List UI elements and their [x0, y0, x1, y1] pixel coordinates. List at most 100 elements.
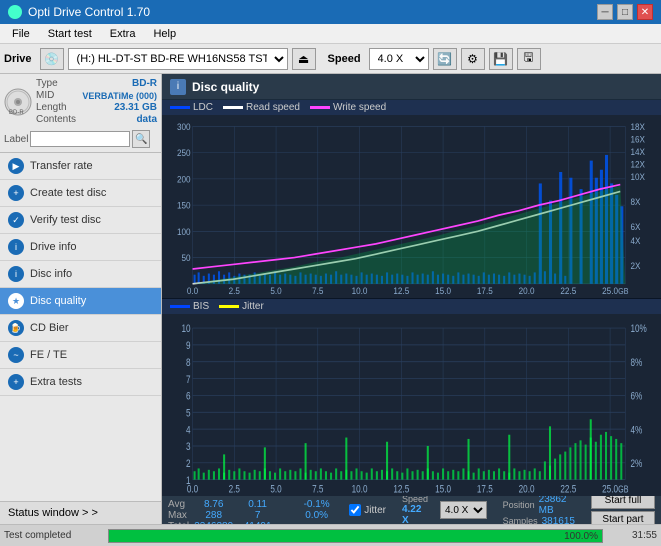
nav-disc-quality[interactable]: ★ Disc quality: [0, 288, 161, 315]
nav-transfer-rate[interactable]: ▶ Transfer rate: [0, 153, 161, 180]
label-browse-button[interactable]: 🔍: [132, 130, 150, 148]
top-chart-container: 300 250 200 150 100 50 18X 16X 14X 12X 1…: [162, 115, 661, 299]
svg-text:14X: 14X: [630, 146, 645, 157]
svg-text:6: 6: [186, 390, 191, 403]
disc-info-icon: i: [8, 266, 24, 282]
status-window-button[interactable]: Status window > >: [0, 501, 161, 524]
read-speed-legend-label: Read speed: [246, 102, 300, 113]
bis-legend-label: BIS: [193, 301, 209, 312]
nav-disc-quality-label: Disc quality: [30, 295, 86, 307]
nav-create-test-disc-label: Create test disc: [30, 187, 106, 199]
jitter-legend-color: [219, 305, 239, 308]
svg-text:7.5: 7.5: [312, 286, 323, 297]
settings-button[interactable]: ⚙: [461, 48, 485, 70]
disc-section: BD-R Type BD-R MID VERBATiMe (000) Lengt…: [0, 74, 161, 153]
svg-text:12.5: 12.5: [393, 483, 409, 496]
nav-create-test-disc[interactable]: + Create test disc: [0, 180, 161, 207]
speed-stat-select[interactable]: 4.0 X: [440, 501, 487, 519]
disc-quality-chart-icon: i: [170, 79, 186, 95]
label-input[interactable]: [30, 131, 130, 147]
drive-info-icon: i: [8, 239, 24, 255]
svg-text:GB: GB: [618, 287, 628, 296]
drive-icon: 💿: [40, 48, 64, 70]
main-layout: BD-R Type BD-R MID VERBATiMe (000) Lengt…: [0, 74, 661, 524]
app-title: Opti Drive Control 1.70: [28, 5, 150, 19]
svg-text:8: 8: [186, 356, 191, 369]
max-bis-val: 7: [238, 510, 277, 521]
mid-label: MID: [36, 90, 54, 101]
progress-bar-container: 100.0%: [108, 529, 603, 543]
nav-transfer-rate-label: Transfer rate: [30, 160, 93, 172]
jitter-checkbox[interactable]: [349, 504, 361, 516]
position-value: 23862 MB: [539, 494, 575, 516]
svg-text:10.0: 10.0: [352, 286, 368, 297]
progress-time: 31:55: [607, 530, 657, 541]
menu-extra[interactable]: Extra: [102, 26, 144, 42]
left-panel: BD-R Type BD-R MID VERBATiMe (000) Lengt…: [0, 74, 162, 524]
svg-text:4X: 4X: [630, 235, 640, 246]
svg-text:22.5: 22.5: [560, 483, 576, 496]
nav-extra-tests-label: Extra tests: [30, 376, 82, 388]
nav-disc-info-label: Disc info: [30, 268, 72, 280]
minimize-button[interactable]: ─: [597, 4, 613, 20]
speed-select[interactable]: 4.0 X: [369, 48, 429, 70]
refresh-button[interactable]: 🔄: [433, 48, 457, 70]
nav-cd-bier[interactable]: 🍺 CD Bier: [0, 315, 161, 342]
svg-text:10X: 10X: [630, 172, 645, 183]
bottom-chart-container: 10 9 8 7 6 5 4 3 2 1 10% 8% 6% 4% 2% 0.0…: [162, 314, 661, 497]
extra-tests-icon: +: [8, 374, 24, 390]
svg-text:7: 7: [186, 373, 191, 386]
nav-fe-te[interactable]: ~ FE / TE: [0, 342, 161, 369]
nav-verify-test-disc[interactable]: ✓ Verify test disc: [0, 207, 161, 234]
eject-button[interactable]: ⏏: [292, 48, 316, 70]
right-panel: i Disc quality LDC Read speed Write spee…: [162, 74, 661, 524]
type-label: Type: [36, 78, 58, 89]
bottom-chart-svg: 10 9 8 7 6 5 4 3 2 1 10% 8% 6% 4% 2% 0.0…: [162, 314, 661, 497]
jitter-legend-label: Jitter: [242, 301, 264, 312]
nav-extra-tests[interactable]: + Extra tests: [0, 369, 161, 396]
menu-file[interactable]: File: [4, 26, 38, 42]
read-speed-legend-color: [223, 106, 243, 109]
menu-help[interactable]: Help: [145, 26, 184, 42]
write-speed-legend-label: Write speed: [333, 102, 386, 113]
start-part-button[interactable]: Start part: [591, 511, 655, 524]
label-row: Label 🔍: [4, 130, 157, 148]
start-buttons-area: Start full Start part: [591, 492, 655, 524]
svg-text:150: 150: [177, 200, 191, 211]
app-logo: [8, 5, 22, 19]
contents-label: Contents: [36, 114, 76, 125]
svg-text:200: 200: [177, 174, 191, 185]
save-button[interactable]: 🖫: [517, 48, 541, 70]
nav-fe-te-label: FE / TE: [30, 349, 67, 361]
drive-select[interactable]: (H:) HL-DT-ST BD-RE WH16NS58 TST4: [68, 48, 288, 70]
create-test-disc-icon: +: [8, 185, 24, 201]
mid-value: VERBATiMe (000): [82, 91, 157, 101]
max-label: Max: [168, 510, 189, 521]
svg-text:BD-R: BD-R: [9, 110, 24, 116]
svg-text:20.0: 20.0: [519, 483, 535, 496]
write-speed-legend-color: [310, 106, 330, 109]
svg-text:100: 100: [177, 226, 191, 237]
svg-text:GB: GB: [618, 483, 629, 494]
speed-area: Speed 4.22 X: [402, 494, 428, 524]
nav-items: ▶ Transfer rate + Create test disc ✓ Ver…: [0, 153, 161, 501]
menu-bar: File Start test Extra Help: [0, 24, 661, 44]
avg-label: Avg: [168, 499, 189, 510]
svg-text:3: 3: [186, 441, 191, 454]
samples-label: Samples: [503, 516, 538, 524]
svg-text:6X: 6X: [630, 222, 640, 233]
close-button[interactable]: ✕: [637, 4, 653, 20]
svg-text:4%: 4%: [630, 424, 642, 437]
nav-drive-info[interactable]: i Drive info: [0, 234, 161, 261]
nav-disc-info[interactable]: i Disc info: [0, 261, 161, 288]
svg-text:20.0: 20.0: [519, 286, 535, 297]
length-value: 23.31 GB: [114, 102, 157, 113]
label-label: Label: [4, 134, 28, 145]
chart-header: i Disc quality: [162, 74, 661, 100]
svg-text:12X: 12X: [630, 159, 645, 170]
samples-value: 381615: [542, 516, 575, 525]
top-chart-legend: LDC Read speed Write speed: [162, 100, 661, 115]
menu-start-test[interactable]: Start test: [40, 26, 100, 42]
disc-button[interactable]: 💾: [489, 48, 513, 70]
maximize-button[interactable]: □: [617, 4, 633, 20]
